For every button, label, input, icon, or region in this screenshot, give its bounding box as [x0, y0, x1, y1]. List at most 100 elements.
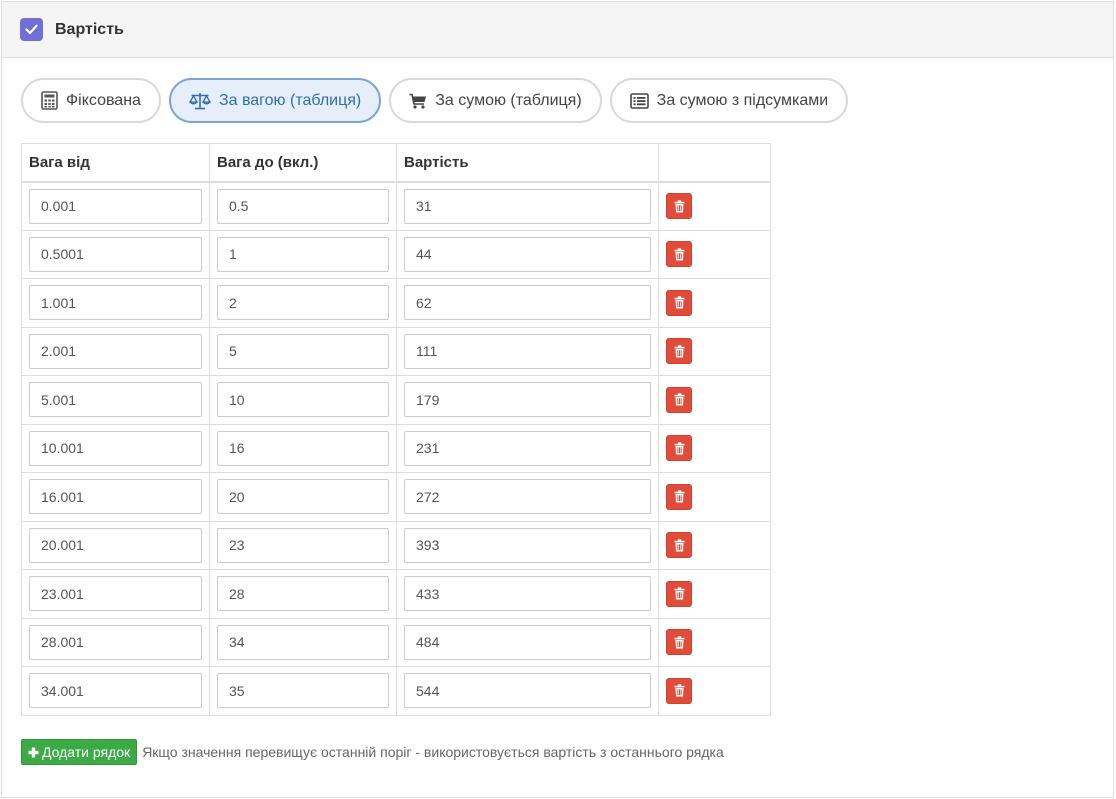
cell-actions [658, 326, 771, 376]
weight-from-input[interactable] [29, 188, 202, 224]
weight-to-input[interactable] [217, 382, 389, 418]
cell-actions [658, 617, 771, 667]
delete-row-button[interactable] [666, 532, 692, 559]
cell-cost [396, 229, 659, 279]
cost-input[interactable] [404, 527, 651, 563]
delete-row-button[interactable] [666, 289, 692, 316]
delete-row-button[interactable] [666, 580, 692, 607]
cell-actions [658, 520, 771, 570]
tab-by-sum[interactable]: За сумою (таблиця) [389, 78, 602, 123]
cell-actions [658, 229, 771, 279]
delete-row-button[interactable] [666, 193, 692, 219]
delete-row-button[interactable] [666, 483, 692, 510]
weight-from-input[interactable] [29, 479, 202, 515]
cell-weight-from [21, 520, 210, 570]
weight-from-input[interactable] [29, 673, 202, 709]
trash-icon [674, 587, 684, 600]
trash-icon [674, 442, 684, 455]
trash-icon [674, 636, 684, 649]
weight-from-input[interactable] [29, 430, 202, 466]
tab-by-weight[interactable]: За вагою (таблиця) [168, 78, 382, 123]
delete-row-button[interactable] [666, 677, 692, 704]
delete-row-button[interactable] [666, 435, 692, 462]
weight-from-input[interactable] [29, 527, 202, 563]
weight-to-input[interactable] [217, 285, 389, 321]
weight-to-input[interactable] [217, 576, 389, 612]
cell-cost [396, 181, 659, 231]
cell-weight-from [21, 229, 210, 279]
table-row [21, 278, 771, 328]
delete-row-button[interactable] [666, 241, 692, 268]
cell-cost [396, 617, 659, 667]
tab-fixed-label: Фіксована [66, 91, 141, 109]
cell-weight-from [21, 375, 210, 425]
trash-icon [674, 296, 684, 309]
cost-input[interactable] [404, 188, 651, 224]
cost-input[interactable] [404, 479, 651, 515]
weight-from-input[interactable] [29, 236, 202, 272]
cell-weight-from [21, 472, 210, 522]
cost-input[interactable] [404, 333, 651, 369]
list-alt-icon [629, 92, 649, 109]
cell-actions [658, 181, 771, 231]
header-weight-from: Вага від [21, 143, 210, 183]
weight-to-input[interactable] [217, 188, 389, 224]
enable-checkbox[interactable] [20, 18, 43, 41]
weight-from-input[interactable] [29, 333, 202, 369]
cell-weight-to [209, 666, 397, 716]
header-weight-to: Вага до (вкл.) [209, 143, 397, 183]
weight-to-input[interactable] [217, 236, 389, 272]
weight-to-input[interactable] [217, 430, 389, 466]
cell-cost [396, 375, 659, 425]
cell-actions [658, 375, 771, 425]
weight-to-input[interactable] [217, 333, 389, 369]
weight-to-input[interactable] [217, 673, 389, 709]
tab-by-sum-totals-label: За сумою з підсумками [656, 91, 829, 109]
cell-actions [658, 569, 771, 619]
panel-title: Вартість [55, 20, 124, 38]
calculator-icon [41, 91, 58, 110]
cell-actions [658, 666, 771, 716]
cost-input[interactable] [404, 576, 651, 612]
balance-scale-icon [188, 92, 211, 109]
cost-input[interactable] [404, 673, 651, 709]
table-row [21, 520, 771, 570]
delete-row-button[interactable] [666, 629, 692, 656]
weight-from-input[interactable] [29, 285, 202, 321]
trash-icon [674, 539, 684, 552]
cost-input[interactable] [404, 382, 651, 418]
trash-icon [674, 393, 684, 406]
cost-input[interactable] [404, 236, 651, 272]
cell-cost [396, 423, 659, 473]
cell-actions [658, 472, 771, 522]
table-header-row: Вага від Вага до (вкл.) Вартість [21, 143, 771, 183]
cell-weight-from [21, 181, 210, 231]
delete-row-button[interactable] [666, 386, 692, 413]
cost-input[interactable] [404, 285, 651, 321]
cell-weight-from [21, 666, 210, 716]
weight-from-input[interactable] [29, 382, 202, 418]
tab-fixed[interactable]: Фіксована [21, 78, 161, 123]
cell-cost [396, 666, 659, 716]
cell-weight-from [21, 278, 210, 328]
tab-by-sum-totals[interactable]: За сумою з підсумками [609, 78, 849, 123]
weight-to-input[interactable] [217, 479, 389, 515]
cost-panel: Вартість Фіксована За вагою (таблиця) За… [1, 1, 1114, 798]
cell-actions [658, 423, 771, 473]
delete-row-button[interactable] [666, 338, 692, 365]
cost-input[interactable] [404, 624, 651, 660]
cell-weight-to [209, 229, 397, 279]
cell-weight-to [209, 617, 397, 667]
cell-weight-to [209, 375, 397, 425]
trash-icon [674, 490, 684, 503]
weight-to-input[interactable] [217, 624, 389, 660]
pricing-mode-tabs: Фіксована За вагою (таблиця) За сумою (т… [21, 78, 856, 123]
weight-to-input[interactable] [217, 527, 389, 563]
cost-input[interactable] [404, 430, 651, 466]
table-row [21, 617, 771, 667]
weight-from-input[interactable] [29, 576, 202, 612]
trash-icon [674, 199, 684, 212]
add-row-button[interactable]: Додати рядок [21, 739, 138, 765]
table-body [21, 181, 771, 716]
weight-from-input[interactable] [29, 624, 202, 660]
